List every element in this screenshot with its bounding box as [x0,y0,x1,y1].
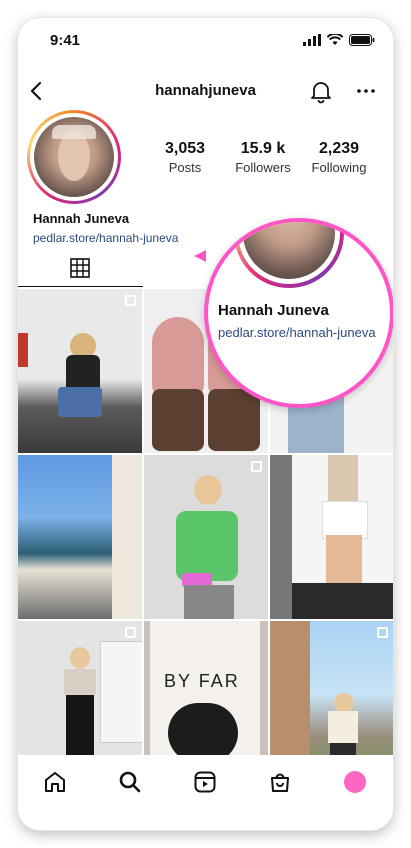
notification-bell-icon[interactable] [308,78,334,104]
profile-header: hannahjuneva [18,74,393,110]
grid-tab-icon[interactable] [70,258,90,278]
grid-post[interactable] [270,455,393,619]
poster-brand-text: BY FAR [164,671,240,691]
shop-icon [271,773,289,792]
grid-post[interactable] [18,455,142,619]
battery-icon [349,34,375,46]
status-time: 9:41 [50,32,81,49]
profile-link[interactable]: pedlar.store/hannah-juneva [33,231,178,245]
search-icon [119,771,141,793]
reels-icon [194,771,216,793]
following-count: 2,239 [318,140,360,157]
magnifier-callout: Hannah Juneva pedlar.store/hannah-juneva [204,218,393,408]
posts-label: Posts [168,160,202,175]
magnifier-link: pedlar.store/hannah-juneva [218,325,376,340]
nav-reels[interactable] [190,767,220,797]
following-stat[interactable]: 2,239 Following [299,140,379,175]
followers-count: 15.9 k [240,140,286,157]
profile-avatar-icon [344,771,366,793]
magnifier-pointer [194,250,206,262]
profile-avatar[interactable] [27,110,121,204]
followers-stat[interactable]: 15.9 k Followers [223,140,303,175]
signal-icon [303,34,321,46]
magnifier-avatar [234,222,344,288]
nav-home[interactable] [40,767,70,797]
status-bar: 9:41 [18,18,393,62]
nav-search[interactable] [115,767,145,797]
avatar-photo [34,117,114,197]
multi-post-icon [125,627,136,638]
nav-profile[interactable] [340,767,370,797]
wifi-icon [327,34,343,45]
followers-label: Followers [235,160,291,175]
bottom-nav [18,755,393,830]
profile-username: hannahjuneva [155,82,256,99]
multi-post-icon [251,461,262,472]
phone-frame: 9:41 hannahjuneva 3,053 Posts 15.9 k Fol… [18,18,393,830]
grid-post[interactable] [18,289,142,453]
status-icons [303,34,375,46]
more-options-icon[interactable] [355,78,377,104]
multi-post-icon [377,627,388,638]
posts-count: 3,053 [164,140,206,157]
grid-post[interactable] [144,455,268,619]
multi-post-icon [125,295,136,306]
grid-tab-indicator [18,286,143,287]
profile-name: Hannah Juneva [33,211,130,226]
nav-shop[interactable] [265,767,295,797]
magnifier-name: Hannah Juneva [218,302,329,319]
home-icon [45,772,65,792]
magnifier-avatar-photo [243,222,335,279]
posts-stat[interactable]: 3,053 Posts [145,140,225,175]
following-label: Following [311,160,367,175]
